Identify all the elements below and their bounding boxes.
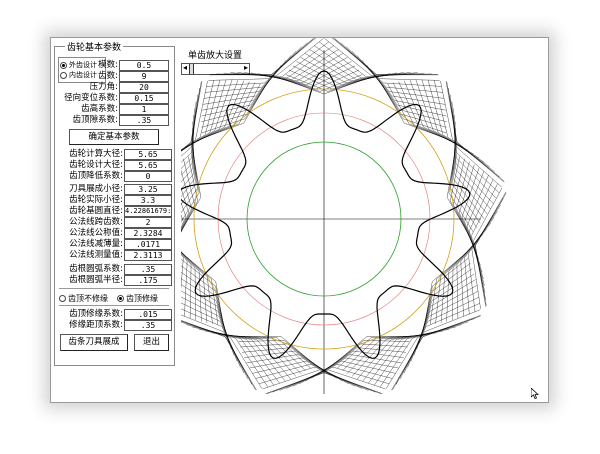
base-circle-dia-label: 齿轮基圆直径: (69, 206, 123, 216)
pressure-angle-label: 压力角: (89, 82, 118, 92)
cutter-minor-dia-value[interactable]: 3.25 (124, 184, 172, 195)
gear-drawing-canvas (181, 38, 507, 395)
relief-distance-label: 修缘距顶系数: (69, 320, 123, 330)
tip-relief-radio[interactable]: 齿顶修缘 (117, 293, 158, 304)
addendum-coef-label: 齿高系数: (81, 104, 118, 114)
generate-rack-button[interactable]: 齿条刀具展成 (60, 334, 128, 351)
panel-title: 齿轮基本参数 (65, 40, 124, 53)
exit-button[interactable]: 退出 (134, 334, 169, 351)
radio-dot-icon (117, 295, 124, 302)
calc-outer-dia-value[interactable]: 5.65 (124, 149, 172, 160)
envelope-lines (181, 38, 507, 395)
design-outer-dia-value[interactable]: 5.65 (124, 160, 172, 171)
clearance-coef-input[interactable]: .35 (119, 115, 169, 126)
root-fillet-coef-label: 齿根圆弧系数: (69, 264, 123, 274)
module-input[interactable]: 0.5 (119, 60, 169, 71)
root-fillet-radius-label: 齿根圆弧半径: (69, 275, 123, 285)
confirm-params-button[interactable]: 确定基本参数 (69, 129, 159, 145)
pressure-angle-input[interactable]: 20 (119, 82, 169, 93)
span-teeth-value[interactable]: 2 (124, 217, 172, 228)
no-tip-relief-radio[interactable]: 齿顶不修缘 (59, 293, 108, 304)
teeth-input[interactable]: 9 (119, 71, 169, 82)
shift-coef-input[interactable]: 0.15 (119, 93, 169, 104)
base-circle-dia-value[interactable]: 4.22861679: (124, 206, 172, 217)
design-outer-dia-label: 齿轮设计大径: (69, 160, 123, 170)
mouse-cursor-icon (531, 388, 539, 399)
root-fillet-radius-value[interactable]: .175 (124, 275, 172, 286)
root-fillet-coef-input[interactable]: .35 (124, 264, 172, 275)
shift-coef-label: 径向变位系数: (64, 93, 118, 103)
external-gear-radio[interactable]: 外齿设计 (60, 60, 97, 70)
span-thinning-value[interactable]: .0171 (124, 239, 172, 250)
divider (59, 305, 169, 306)
radio-dot-icon (60, 61, 67, 69)
tip-reduction-value[interactable]: 0 (124, 171, 172, 182)
cutter-minor-dia-label: 刀具展成小径: (69, 184, 123, 194)
radio-dot-icon (59, 295, 66, 302)
relief-distance-input[interactable]: .35 (124, 320, 172, 331)
divider (59, 288, 169, 289)
span-thinning-label: 公法线减薄量: (69, 239, 123, 249)
rack-envelope (181, 38, 507, 395)
span-measured-value[interactable]: 2.3113 (124, 250, 172, 261)
actual-minor-dia-value[interactable]: 3.3 (124, 195, 172, 206)
addendum-coef-input[interactable]: 1 (119, 104, 169, 115)
module-label: 模数: (98, 60, 118, 70)
gear-params-panel: 齿轮基本参数 外齿设计 内齿设计 模数: 0.5 齿数: 9 压力角: 20 径… (54, 40, 175, 366)
clearance-coef-label: 齿顶隙系数: (72, 115, 118, 125)
span-nominal-label: 公法线公称值: (69, 228, 123, 238)
tip-relief-coef-input[interactable]: .015 (124, 309, 172, 320)
app-window: 齿轮基本参数 外齿设计 内齿设计 模数: 0.5 齿数: 9 压力角: 20 径… (50, 37, 549, 403)
calc-outer-dia-label: 齿轮计算大径: (69, 149, 123, 159)
actual-minor-dia-label: 齿轮实际小径: (69, 195, 123, 205)
tip-reduction-label: 齿顶降低系数: (69, 171, 123, 181)
span-teeth-label: 公法线跨齿数: (69, 217, 123, 227)
teeth-label: 齿数: (98, 71, 118, 81)
span-nominal-value[interactable]: 2.3284 (124, 228, 172, 239)
span-measured-label: 公法线测量值: (69, 250, 123, 260)
radio-dot-icon (60, 71, 67, 79)
tip-relief-coef-label: 齿顶修缘系数: (69, 309, 123, 319)
internal-gear-radio[interactable]: 内齿设计 (60, 70, 97, 80)
